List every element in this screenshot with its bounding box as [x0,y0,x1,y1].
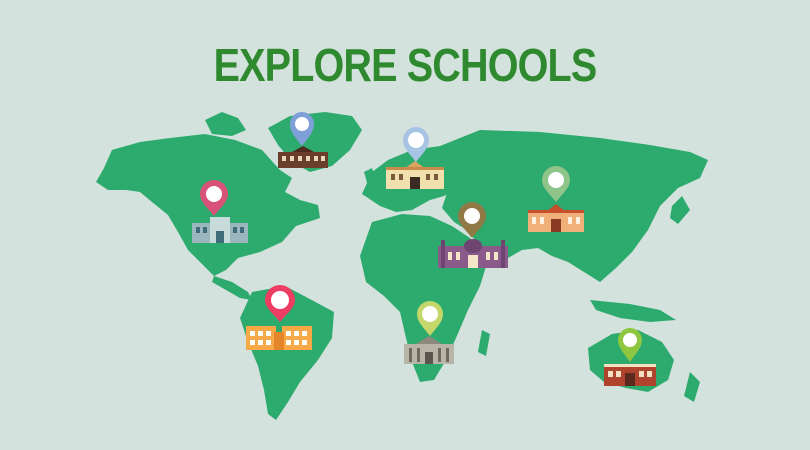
continent-central-america [212,276,252,300]
continent-indonesia [590,300,676,322]
continent-new-zealand [684,372,700,402]
continent-japan [670,196,690,224]
world-map [96,112,708,420]
continent-madagascar [478,330,490,356]
continent-canada-islands [205,112,246,136]
brown-school-icon[interactable] [604,364,656,386]
